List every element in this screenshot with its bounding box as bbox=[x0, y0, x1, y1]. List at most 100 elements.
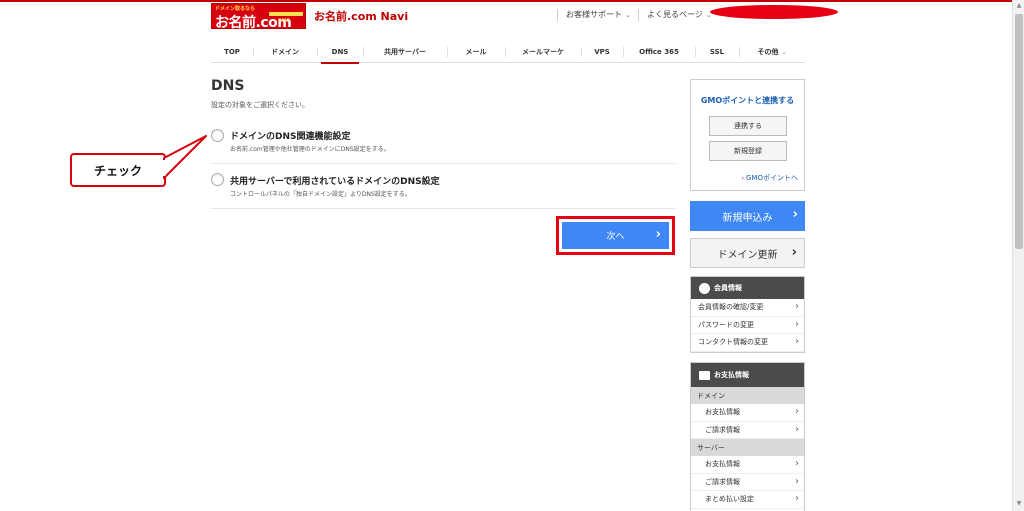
sidebar-item-label: パスワードの変更 bbox=[698, 320, 754, 329]
option-title: 共用サーバーで利用されているドメインのDNS設定 bbox=[230, 177, 440, 187]
tab-office365[interactable]: Office 365 bbox=[623, 41, 695, 63]
header-divider bbox=[557, 9, 558, 21]
tab-domain[interactable]: ドメイン bbox=[253, 41, 317, 63]
tab-label: Office 365 bbox=[639, 48, 679, 56]
tab-vps[interactable]: VPS bbox=[581, 41, 623, 63]
sidebar-item-label: お支払情報 bbox=[705, 460, 740, 469]
category-domain: ドメイン bbox=[691, 387, 804, 404]
onamae-logo[interactable]: ドメイン取るなら お名前.com GMO bbox=[211, 3, 306, 31]
option-title: ドメインのDNS関連機能設定 bbox=[230, 132, 351, 142]
next-button-highlight: 次へ › bbox=[556, 216, 675, 255]
tab-label: メール bbox=[465, 48, 487, 56]
sidebar-item-bulk-payment[interactable]: まとめ払い設定 › bbox=[691, 491, 804, 509]
member-info-header: 会員情報 bbox=[691, 277, 804, 299]
tab-mail[interactable]: メール bbox=[447, 41, 505, 63]
option-description: お名前.com管理や他社管理のドメインにDNS設定をする。 bbox=[230, 146, 390, 153]
payment-info-header: お支払情報 bbox=[691, 363, 804, 387]
tab-label: TOP bbox=[224, 48, 240, 56]
member-info-panel: 会員情報 会員情報の確認/変更 › パスワードの変更 › コンタクト情報の変更 › bbox=[690, 276, 805, 353]
option-description: コントロールパネルの「独自ドメイン設定」よりDNS設定をする。 bbox=[230, 191, 411, 198]
chevron-right-icon: › bbox=[795, 406, 799, 417]
global-nav: TOP ドメイン DNS 共用サーバー メール メールマーケ VPS Offic… bbox=[211, 41, 805, 64]
top-accent-line bbox=[0, 0, 1024, 2]
payment-info-title: お支払情報 bbox=[714, 371, 749, 379]
member-info-title: 会員情報 bbox=[714, 284, 742, 292]
chevron-right-icon: › bbox=[795, 458, 799, 469]
check-callout: チェック bbox=[70, 153, 166, 187]
sidebar-item-domain-payment[interactable]: お支払情報 › bbox=[691, 404, 804, 422]
chevron-right-icon: › bbox=[795, 318, 799, 330]
tab-label: 共用サーバー bbox=[384, 48, 426, 56]
chevron-right-icon: › bbox=[791, 245, 797, 260]
tab-label: その他 bbox=[757, 48, 779, 56]
chevron-right-icon: › bbox=[795, 423, 799, 435]
instruction-text: 設定の対象をご選択ください。 bbox=[211, 101, 309, 109]
tab-ssl[interactable]: SSL bbox=[695, 41, 739, 63]
option-shared-server-dns[interactable]: 共用サーバーで利用されているドメインのDNS設定 コントロールパネルの「独自ドメ… bbox=[211, 164, 675, 209]
tab-label: VPS bbox=[594, 48, 610, 56]
next-button-label: 次へ bbox=[606, 232, 625, 242]
radio-domain-dns[interactable] bbox=[211, 129, 224, 142]
next-button[interactable]: 次へ › bbox=[562, 222, 669, 249]
chevron-right-icon: › bbox=[795, 336, 799, 347]
redacted-username bbox=[710, 5, 838, 19]
sidebar-item-contact[interactable]: コンタクト情報の変更 › bbox=[691, 334, 804, 352]
chevron-right-icon: › bbox=[795, 301, 799, 312]
tab-label: DNS bbox=[331, 48, 349, 56]
caret-right-icon: › bbox=[741, 175, 745, 182]
tab-top[interactable]: TOP bbox=[211, 41, 253, 63]
chevron-right-icon: › bbox=[795, 475, 799, 487]
sidebar-item-server-billing[interactable]: ご請求情報 › bbox=[691, 474, 804, 491]
app-title: お名前.com Navi bbox=[314, 10, 409, 23]
sidebar-item-domain-billing[interactable]: ご請求情報 › bbox=[691, 422, 804, 439]
sidebar-item-label: ご請求情報 bbox=[705, 425, 740, 434]
category-server: サーバー bbox=[691, 439, 804, 456]
chevron-right-icon: › bbox=[792, 207, 798, 222]
chevron-down-icon: ⌄ bbox=[625, 11, 631, 19]
logo-gmo: GMO bbox=[278, 18, 291, 24]
gmo-point-box: GMOポイントと連携する 連携する 新規登録 › GMOポイントへ bbox=[690, 79, 805, 191]
support-label: お客様サポート bbox=[566, 10, 622, 19]
page-scrollbar[interactable]: ▲ ▼ bbox=[1012, 0, 1024, 511]
radio-shared-server-dns[interactable] bbox=[211, 173, 224, 186]
sidebar-item-label: お支払情報 bbox=[705, 408, 740, 417]
tab-shared-server[interactable]: 共用サーバー bbox=[363, 41, 447, 63]
sidebar-item-server-payment[interactable]: お支払情報 › bbox=[691, 456, 804, 474]
gmo-point-link[interactable]: › GMOポイントへ bbox=[691, 173, 798, 183]
chevron-right-icon: › bbox=[655, 227, 661, 242]
sidebar-item-label: コンタクト情報の変更 bbox=[698, 338, 768, 347]
scroll-down-icon[interactable]: ▼ bbox=[1015, 500, 1023, 508]
tab-label: SSL bbox=[709, 48, 725, 56]
domain-renewal-button[interactable]: ドメイン更新 › bbox=[690, 238, 805, 268]
gmo-point-title: GMOポイントと連携する bbox=[700, 96, 795, 105]
scrollbar-thumb[interactable] bbox=[1015, 14, 1023, 249]
payment-info-panel: お支払情報 ドメイン お支払情報 › ご請求情報 › サーバー お支払情報 › ご請求… bbox=[690, 362, 805, 511]
new-application-label: 新規申込み bbox=[722, 212, 773, 224]
link-button[interactable]: 連携する bbox=[709, 116, 787, 136]
sidebar-item-label: まとめ払い設定 bbox=[705, 495, 754, 504]
scroll-up-icon[interactable]: ▲ bbox=[1015, 2, 1023, 10]
option-domain-dns[interactable]: ドメインのDNS関連機能設定 お名前.com管理や他社管理のドメインにDNS設定… bbox=[211, 123, 675, 164]
sidebar-item-password[interactable]: パスワードの変更 › bbox=[691, 317, 804, 334]
sidebar-item-member-edit[interactable]: 会員情報の確認/変更 › bbox=[691, 299, 804, 317]
sidebar-item-label: ご請求情報 bbox=[705, 477, 740, 486]
faq-label: よく見るページ bbox=[647, 10, 703, 19]
support-menu[interactable]: お客様サポート ⌄ bbox=[566, 9, 631, 20]
faq-menu[interactable]: よく見るページ ⌄ bbox=[647, 9, 712, 20]
gmo-point-link-label: GMOポイントへ bbox=[746, 174, 798, 182]
tab-other[interactable]: その他 ⌄ bbox=[739, 41, 805, 63]
register-button[interactable]: 新規登録 bbox=[709, 141, 787, 161]
tab-dns[interactable]: DNS bbox=[317, 41, 363, 64]
new-application-button[interactable]: 新規申込み › bbox=[690, 201, 805, 231]
chevron-down-icon: ⌄ bbox=[781, 48, 787, 56]
payment-card-icon bbox=[699, 370, 710, 380]
logo-tagline: ドメイン取るなら bbox=[215, 6, 256, 12]
domain-renewal-label: ドメイン更新 bbox=[717, 249, 778, 261]
tab-label: ドメイン bbox=[271, 48, 299, 56]
tab-mail-marketing[interactable]: メールマーケ bbox=[505, 41, 581, 63]
sidebar-item-label: 会員情報の確認/変更 bbox=[698, 303, 764, 312]
header-divider bbox=[638, 9, 639, 21]
chevron-right-icon: › bbox=[795, 493, 799, 504]
tab-label: メールマーケ bbox=[522, 48, 564, 56]
callout-pointer bbox=[162, 135, 207, 179]
